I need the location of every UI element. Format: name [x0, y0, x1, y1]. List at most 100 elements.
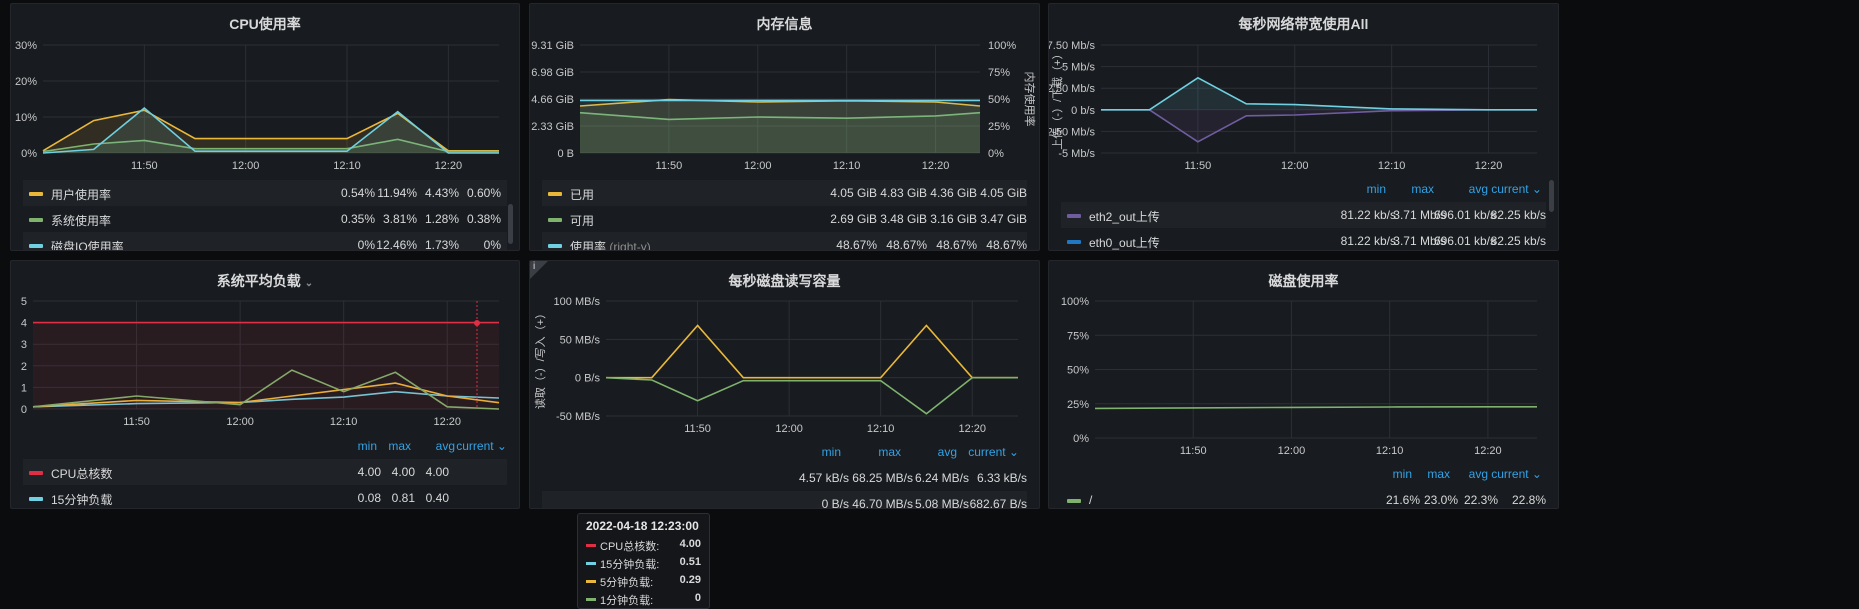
legend-scrollbar[interactable] — [1549, 180, 1554, 212]
legend-current: 82.25 kb/s — [1490, 208, 1546, 222]
legend-max: 46.70 MB/s — [852, 497, 913, 509]
legend-min: 0.35% — [340, 212, 375, 226]
legend-avg: 696.01 kb/s — [1433, 208, 1496, 222]
legend-header-min[interactable]: min — [1367, 182, 1386, 196]
legend-header-min[interactable]: min — [1393, 467, 1412, 481]
legend-header-max[interactable]: max — [388, 439, 411, 453]
tooltip-row: 5分钟负载: 0.29 — [586, 573, 701, 591]
legend-row[interactable]: 系统使用率 0.35% 3.81% 1.28% 0.38% — [23, 206, 507, 232]
legend-name: eth0_out上传 — [1089, 236, 1160, 250]
legend-header-min[interactable]: min — [822, 445, 841, 459]
tooltip-label: 15分钟负载: — [600, 559, 660, 571]
panel-network: 每秒网络带宽使用All 7.50 Mb/s 5 Mb/s 2.50 Mb/s 0 b/… — [1048, 3, 1559, 251]
x-tick-label: 12:10 — [333, 160, 361, 172]
legend-header-max[interactable]: max — [1411, 182, 1434, 196]
legend-row[interactable]: 用户使用率 0.54% 11.94% 4.43% 0.60% — [23, 180, 507, 206]
x-tick-label: 12:20 — [1474, 445, 1502, 457]
legend-row[interactable]: CPU总核数 4.00 4.00 4.00 — [23, 459, 507, 485]
legend-avg: 1.28% — [424, 212, 459, 226]
series-line — [606, 324, 1018, 379]
legend-avg: 48.67% — [936, 238, 977, 251]
legend-min: 0.54% — [340, 186, 375, 200]
legend-swatch — [548, 218, 562, 222]
x-tick-label: 12:10 — [1378, 160, 1406, 172]
legend-swatch — [1067, 214, 1081, 218]
legend-max: 12.46% — [376, 238, 417, 251]
legend-current: 3.47 GiB — [980, 212, 1027, 226]
legend-row[interactable]: 已用 4.05 GiB 4.83 GiB 4.36 GiB 4.05 GiB — [542, 180, 1027, 206]
tooltip-row: CPU总核数: 4.00 — [586, 537, 701, 555]
y-tick-label: 4 — [21, 318, 27, 330]
legend-row[interactable]: eth0_out上传 81.22 kb/s 3.71 Mb/s 696.01 k… — [1061, 228, 1546, 250]
legend-header: min max avg current ⌄ — [1061, 176, 1546, 202]
legend-swatch — [29, 218, 43, 222]
network-chart[interactable]: 7.50 Mb/s5 Mb/s2.50 Mb/s0 b/s-2.50 Mb/s-… — [1049, 4, 1559, 184]
legend-header-avg[interactable]: avg — [436, 439, 455, 453]
legend-current: 4.05 GiB — [980, 186, 1027, 200]
legend-current: 6.33 kB/s — [976, 471, 1027, 485]
legend-row[interactable]: 4.57 kB/s 68.25 MB/s 6.24 MB/s 6.33 kB/s — [542, 465, 1027, 491]
legend-min: 0% — [357, 238, 375, 251]
legend-max: 4.83 GiB — [880, 186, 927, 200]
legend-name: 15分钟负载 — [51, 493, 113, 507]
cpu-chart[interactable]: 30% 20% 10% 0% 11:50 12:00 12:10 12:20 — [11, 4, 520, 184]
panel-disk-io: i 每秒磁盘读写容量 100 MB/s 50 MB/s 0 B/s -50 MB/s 1… — [529, 260, 1040, 509]
legend-header-current[interactable]: current ⌄ — [1491, 182, 1542, 196]
legend-scrollbar[interactable] — [508, 204, 513, 244]
legend-name: 用户使用率 — [51, 188, 112, 202]
y-tick-label: 30% — [15, 40, 37, 52]
legend-swatch — [29, 471, 43, 475]
tooltip-value: 0.51 — [679, 556, 701, 568]
legend-current: 0.60% — [466, 186, 501, 200]
legend-row[interactable]: 使用率 (right-y) 48.67% 48.67% 48.67% 48.67… — [542, 232, 1027, 251]
legend-header-avg[interactable]: avg — [1469, 182, 1488, 196]
y-tick-label: 20% — [15, 76, 37, 88]
legend-header-current[interactable]: current ⌄ — [456, 439, 507, 453]
legend-header-max[interactable]: max — [1427, 467, 1450, 481]
x-tick-label: 12:00 — [232, 160, 260, 172]
y-tick-label: 1 — [21, 382, 27, 394]
legend-row[interactable]: 15分钟负载 0.08 0.81 0.40 — [23, 485, 507, 508]
x-tick-label: 11:50 — [123, 416, 150, 428]
y-axis-label: 上传（-）/下载（+） — [1051, 48, 1064, 149]
legend-header-current[interactable]: current ⌄ — [1491, 467, 1542, 481]
tooltip-row: 1分钟负载: 0 — [586, 591, 701, 609]
legend-current: 682.67 B/s — [969, 497, 1027, 509]
legend-current: 0.38% — [466, 212, 501, 226]
legend-row[interactable]: / 21.6% 23.0% 22.3% 22.8% — [1061, 487, 1546, 508]
y-tick-label: 75% — [1067, 330, 1089, 342]
legend-name: 磁盘IO使用率 — [51, 240, 124, 251]
legend-header-max[interactable]: max — [878, 445, 901, 459]
load-chart[interactable]: 5 4 3 2 1 0 11:50 12:00 12:10 12:20 — [11, 261, 520, 441]
legend-row[interactable]: 磁盘IO使用率 0% 12.46% 1.73% 0% — [23, 232, 507, 251]
tooltip-time: 2022-04-18 12:23:00 — [586, 519, 699, 533]
legend-current: 0% — [483, 238, 501, 251]
legend-min: 4.05 GiB — [830, 186, 877, 200]
legend-header: min max avg current ⌄ — [23, 433, 507, 459]
x-tick-label: 12:00 — [1278, 445, 1306, 457]
disk-usage-chart[interactable]: 100% 75% 50% 25% 0% 11:50 12:00 12:10 12:20 — [1049, 261, 1559, 461]
y-tick-label: 0% — [21, 148, 37, 160]
memory-chart[interactable]: 9.31 GiB 6.98 GiB 4.66 GiB 2.33 GiB 0 B 100% 7… — [530, 4, 1040, 184]
y-right-tick-label: 0% — [988, 148, 1004, 160]
y-right-tick-label: 25% — [988, 121, 1010, 133]
legend-max: 23.0% — [1423, 493, 1458, 507]
tooltip-label: CPU总核数: — [600, 541, 660, 553]
legend-row[interactable]: 0 B/s 46.70 MB/s 5.08 MB/s 682.67 B/s — [542, 491, 1027, 509]
x-tick-label: 12:00 — [775, 423, 803, 435]
y-tick-label: 100% — [1061, 296, 1089, 308]
legend-header-avg[interactable]: avg — [1469, 467, 1488, 481]
legend-min: 81.22 kb/s — [1340, 208, 1396, 222]
hover-tooltip: 2022-04-18 12:23:00 CPU总核数: 4.00 15分钟负载: 0… — [577, 513, 710, 609]
legend-header-current[interactable]: current ⌄ — [968, 445, 1019, 459]
x-tick-label: 12:00 — [744, 160, 772, 172]
legend-row[interactable]: eth2_out上传 81.22 kb/s 3.71 Mb/s 696.01 k… — [1061, 202, 1546, 228]
y-tick-label: 2.33 GiB — [531, 121, 574, 133]
y-tick-label: 50% — [1067, 365, 1089, 377]
disk-io-chart[interactable]: 100 MB/s 50 MB/s 0 B/s -50 MB/s 11:50 12:00 12… — [530, 261, 1040, 441]
legend-row[interactable]: 可用 2.69 GiB 3.48 GiB 3.16 GiB 3.47 GiB — [542, 206, 1027, 232]
tooltip-value: 0 — [694, 592, 701, 604]
legend-header-min[interactable]: min — [358, 439, 377, 453]
legend-header-avg[interactable]: avg — [938, 445, 957, 459]
y-tick-label: 6.98 GiB — [531, 67, 574, 79]
